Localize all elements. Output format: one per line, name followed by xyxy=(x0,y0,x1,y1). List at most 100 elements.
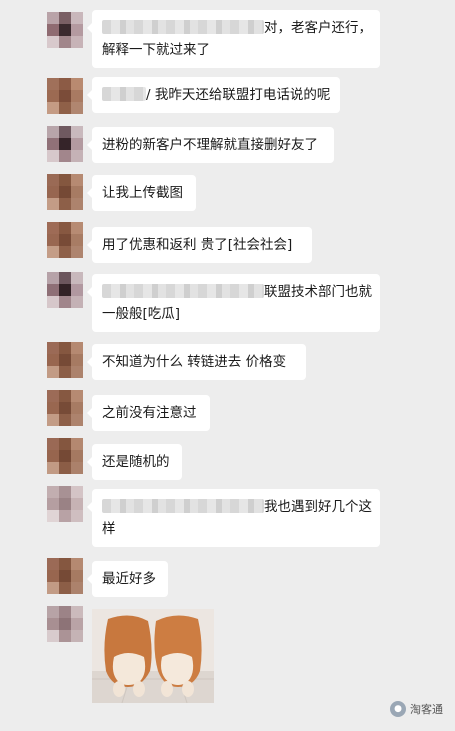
avatar[interactable] xyxy=(47,606,83,642)
message-bubble[interactable]: 之前没有注意过 xyxy=(87,395,210,431)
avatar-pixel xyxy=(71,438,83,450)
avatar-pixel xyxy=(71,414,83,426)
message-bubble[interactable]: 我也遇到好几个这 样 xyxy=(87,489,380,547)
avatar-pixel xyxy=(47,150,59,162)
avatar-pixel xyxy=(47,462,59,474)
avatar-pixel xyxy=(59,414,71,426)
avatar-pixel xyxy=(59,342,71,354)
message-bubble[interactable]: 用了优惠和返利 贵了[社会社会] xyxy=(87,227,312,263)
avatar[interactable] xyxy=(47,438,83,474)
avatar[interactable] xyxy=(47,390,83,426)
message-text: 解释一下就过来了 xyxy=(102,42,210,58)
avatar[interactable] xyxy=(47,558,83,594)
avatar-pixel xyxy=(59,90,71,102)
message-bubble[interactable]: / 我昨天还给联盟打电话说的呢 xyxy=(87,77,340,113)
avatar-pixel xyxy=(47,510,59,522)
avatar-pixel xyxy=(59,186,71,198)
avatar-pixel xyxy=(71,36,83,48)
avatar-pixel xyxy=(71,126,83,138)
avatar-pixel xyxy=(71,12,83,24)
avatar[interactable] xyxy=(47,342,83,378)
avatar-pixel xyxy=(47,414,59,426)
avatar-pixel xyxy=(47,272,59,284)
blurred-username xyxy=(102,499,264,513)
avatar-pixel xyxy=(71,486,83,498)
avatar[interactable] xyxy=(47,272,83,308)
avatar-pixel xyxy=(71,272,83,284)
avatar-pixel xyxy=(59,606,71,618)
message-bubble[interactable]: 联盟技术部门也就 一般般[吃瓜] xyxy=(87,274,380,332)
avatar-pixel xyxy=(71,296,83,308)
watermark: ● 淘客通 xyxy=(390,701,443,717)
message-text: 还是随机的 xyxy=(102,454,170,470)
avatar[interactable] xyxy=(47,126,83,162)
avatar-pixel xyxy=(71,606,83,618)
message-text: 样 xyxy=(102,521,116,537)
message-bubble[interactable]: 进粉的新客户不理解就直接删好友了 xyxy=(87,127,334,163)
avatar-pixel xyxy=(71,450,83,462)
avatar-pixel xyxy=(71,246,83,258)
avatar-pixel xyxy=(47,366,59,378)
message-bubble[interactable]: 不知道为什么 转链进去 价格变 xyxy=(87,344,306,380)
avatar[interactable] xyxy=(47,222,83,258)
avatar-pixel xyxy=(59,150,71,162)
avatar-pixel xyxy=(59,402,71,414)
avatar-pixel xyxy=(71,498,83,510)
message-bubble[interactable]: 对，老客户还行， 解释一下就过来了 xyxy=(87,10,380,68)
avatar-pixel xyxy=(47,222,59,234)
avatar-pixel xyxy=(71,462,83,474)
avatar-pixel xyxy=(71,570,83,582)
avatar[interactable] xyxy=(47,174,83,210)
avatar-pixel xyxy=(47,570,59,582)
wechat-official-icon: ● xyxy=(390,701,406,717)
avatar-pixel xyxy=(47,438,59,450)
avatar-pixel xyxy=(47,102,59,114)
avatar-pixel xyxy=(59,174,71,186)
avatar-pixel xyxy=(47,284,59,296)
avatar-pixel xyxy=(71,24,83,36)
avatar-pixel xyxy=(47,234,59,246)
avatar[interactable] xyxy=(47,12,83,48)
avatar-pixel xyxy=(47,78,59,90)
avatar-pixel xyxy=(59,24,71,36)
avatar-pixel xyxy=(59,582,71,594)
avatar-pixel xyxy=(59,450,71,462)
avatar-pixel xyxy=(47,198,59,210)
avatar[interactable] xyxy=(47,486,83,522)
avatar-pixel xyxy=(71,90,83,102)
avatar-pixel xyxy=(59,570,71,582)
avatar-pixel xyxy=(59,36,71,48)
avatar-pixel xyxy=(59,486,71,498)
avatar-pixel xyxy=(71,366,83,378)
message-text: 之前没有注意过 xyxy=(102,405,197,421)
avatar-pixel xyxy=(47,174,59,186)
message-text: 我也遇到好几个这 xyxy=(264,499,372,515)
avatar-pixel xyxy=(59,462,71,474)
image-message-corgi-photo[interactable] xyxy=(92,609,214,703)
message-text: / 我昨天还给联盟打电话说的呢 xyxy=(146,87,331,103)
message-text: 不知道为什么 转链进去 价格变 xyxy=(102,354,287,370)
message-text: 进粉的新客户不理解就直接删好友了 xyxy=(102,137,318,153)
avatar[interactable] xyxy=(47,78,83,114)
avatar-pixel xyxy=(47,486,59,498)
avatar-pixel xyxy=(47,126,59,138)
avatar-pixel xyxy=(71,618,83,630)
message-bubble[interactable]: 还是随机的 xyxy=(87,444,182,480)
avatar-pixel xyxy=(71,222,83,234)
message-text: 对，老客户还行， xyxy=(264,20,372,36)
avatar-pixel xyxy=(59,138,71,150)
message-bubble[interactable]: 让我上传截图 xyxy=(87,175,196,211)
blurred-username xyxy=(102,284,264,298)
avatar-pixel xyxy=(71,354,83,366)
avatar-pixel xyxy=(47,354,59,366)
avatar-pixel xyxy=(71,630,83,642)
avatar-pixel xyxy=(59,102,71,114)
avatar-pixel xyxy=(47,138,59,150)
avatar-pixel xyxy=(59,284,71,296)
message-bubble[interactable]: 最近好多 xyxy=(87,561,168,597)
avatar-pixel xyxy=(59,618,71,630)
message-text: 联盟技术部门也就 xyxy=(264,284,372,300)
avatar-pixel xyxy=(47,24,59,36)
avatar-pixel xyxy=(47,90,59,102)
avatar-pixel xyxy=(47,582,59,594)
